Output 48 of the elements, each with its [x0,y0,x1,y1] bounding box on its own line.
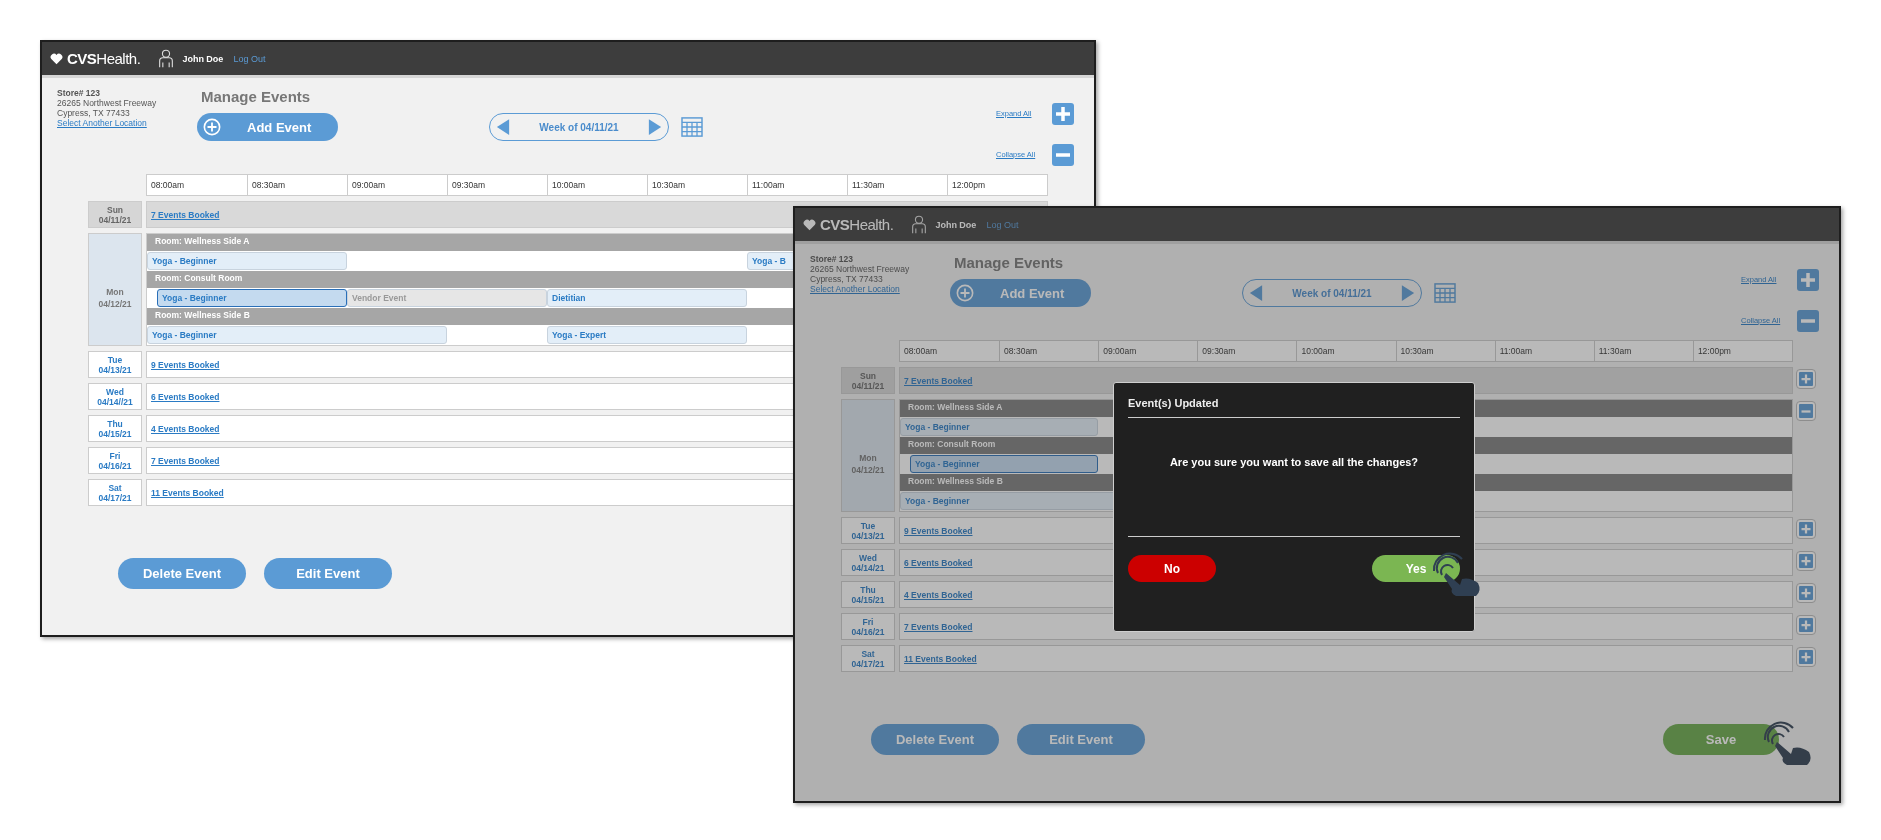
time-header-cell: 11:30am [847,175,947,195]
day-label: Sat 04/17/21 [841,645,895,672]
store-address: 26265 Northwest Freeway [810,264,911,274]
logo-text: CVSHealth. [820,216,894,233]
user-name: John Doe [182,53,224,64]
day-label: Mon 04/12/21 [841,399,895,512]
day-label: Tue 04/13/21 [88,351,142,378]
time-header-cell: 10:30am [647,175,747,195]
time-header-cell: 11:00am [1494,341,1594,361]
store-number: Store# 123 [57,88,101,98]
time-header-cell: 10:00am [547,175,647,195]
day-label: Tue 04/13/21 [841,517,895,544]
time-header-cell-text: 08:00am [903,345,939,358]
dialog-message: Are you sure you want to save all the changes? [1168,456,1420,468]
time-header-cell: 09:30am [1197,341,1297,361]
time-header-cell: 12:00pm [947,175,1047,195]
time-header-cell: 10:00am [1296,341,1396,361]
time-header-cell: 09:00am [1098,341,1198,361]
time-header-cell-text: 08:00am [150,179,186,192]
week-label: Week of 04/11/21 [539,121,619,133]
dialog-title: Event(s) Updated [1128,397,1220,409]
day-label: Thu 04/15/21 [841,581,895,608]
day-label: Sat 04/17/21 [88,479,142,506]
week-label: Week of 04/11/21 [1292,287,1372,299]
user-name: John Doe [935,219,977,230]
store-address: 26265 Northwest Freeway [57,98,158,108]
day-label: Wed 04/14//21 [88,383,142,410]
time-header-cell: 12:00pm [1692,341,1792,361]
time-header-cell: 11:00am [747,175,847,195]
logo-text: CVSHealth. [67,50,141,67]
store-city: Cypress, TX 77433 [810,274,884,284]
store-number: Store# 123 [810,254,854,264]
page-title: Manage Events [201,88,312,105]
day-label: Wed 04/14/21 [841,549,895,576]
day-label: Fri 04/16/21 [88,447,142,474]
time-header-cell: 08:30am [247,175,347,195]
day-label: Sun 04/11/21 [88,201,142,228]
time-header-cell: 10:30am [1395,341,1495,361]
day-label: Sun 04/11/21 [841,367,895,394]
time-header-cell: 11:30am [1593,341,1693,361]
day-label: Thu 04/15/21 [88,415,142,442]
day-label: Fri 04/16/21 [841,613,895,640]
time-header-cell: 08:30am [999,341,1099,361]
time-header-cell: 09:30am [447,175,547,195]
time-header-cell: 09:00am [347,175,447,195]
store-city: Cypress, TX 77433 [57,108,131,118]
page-title: Manage Events [954,254,1065,271]
day-label: Mon 04/12/21 [88,233,142,346]
